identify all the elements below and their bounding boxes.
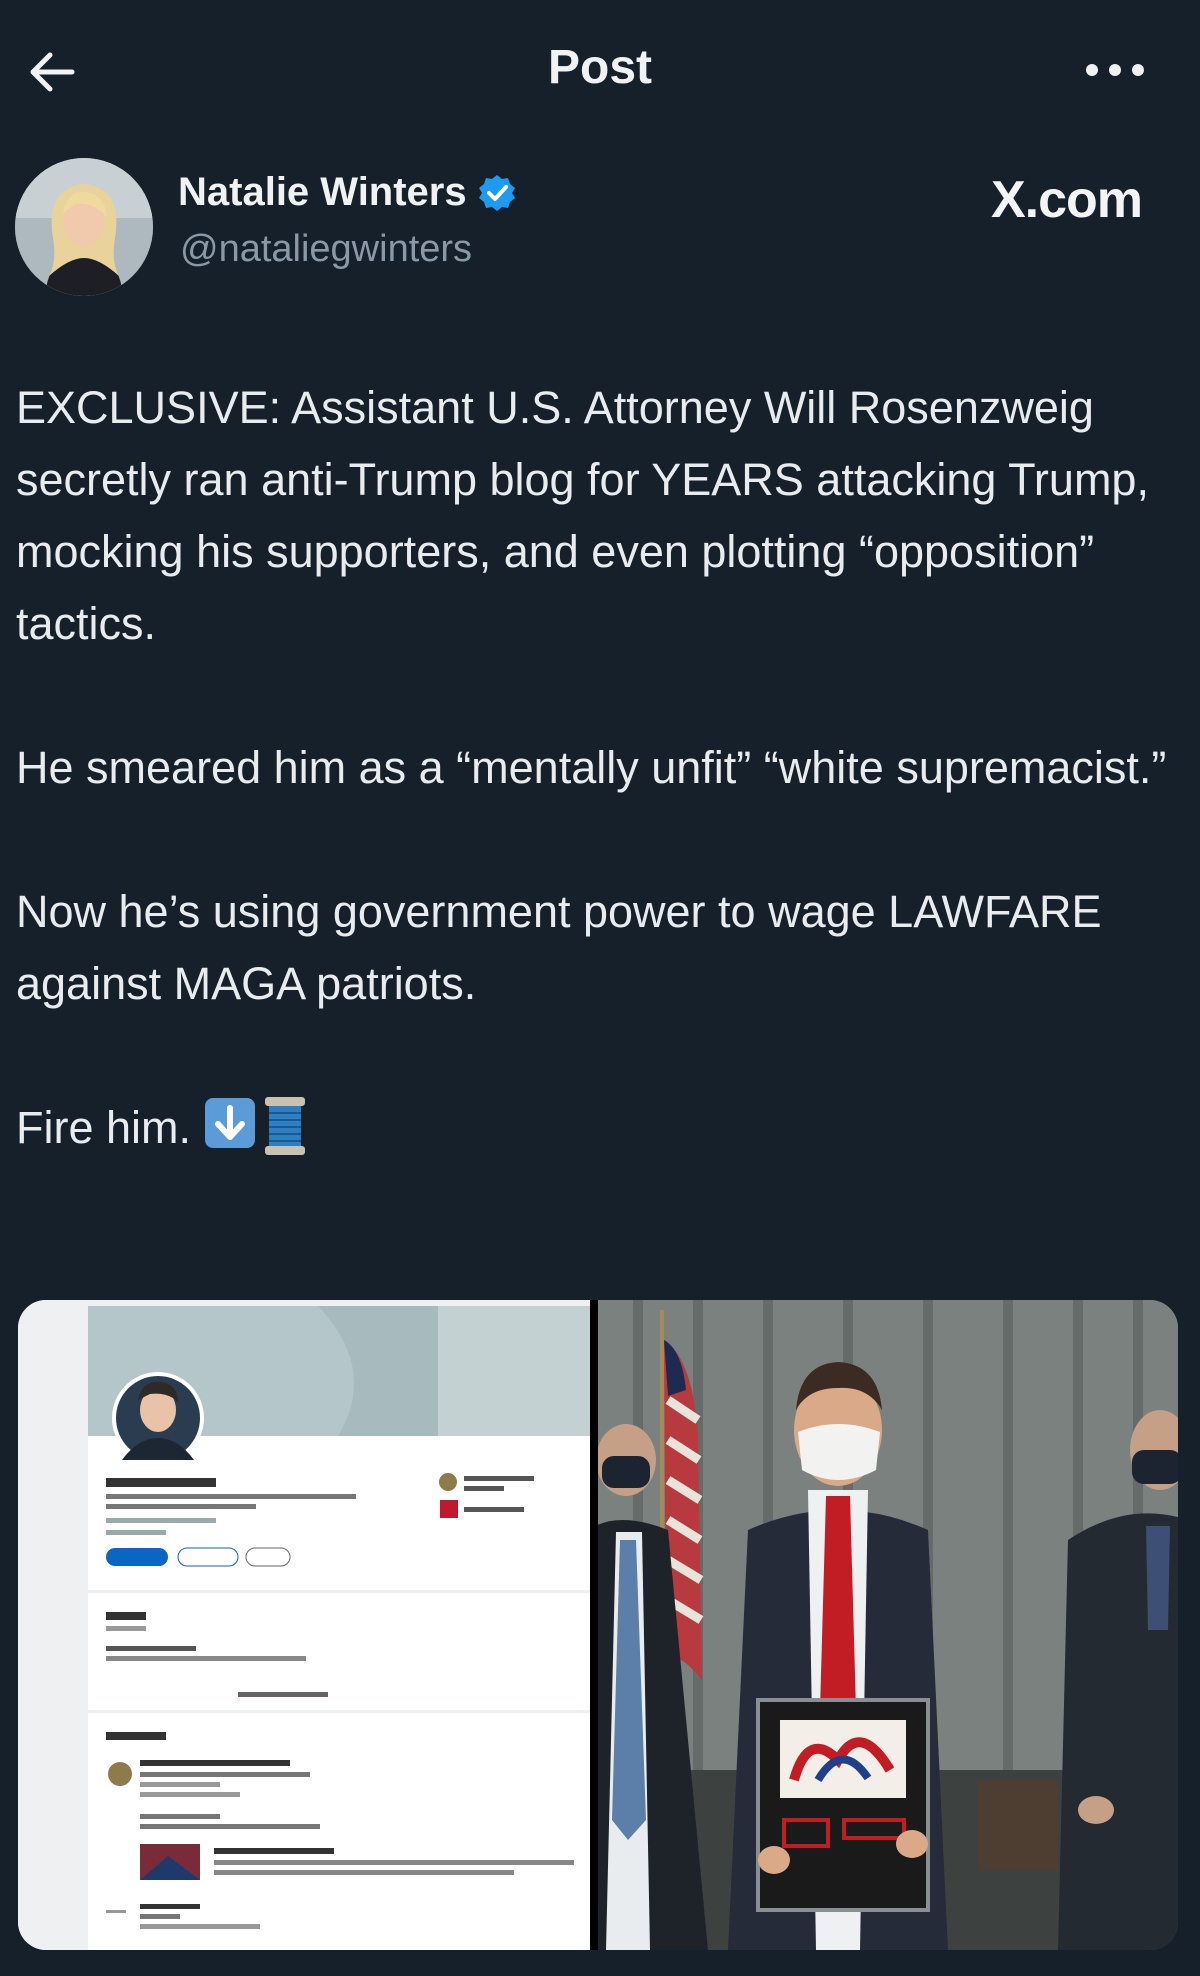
top-bar: Post — [0, 0, 1200, 140]
down-arrow-emoji — [205, 1098, 256, 1148]
avatar-image — [15, 158, 153, 296]
verified-badge-icon — [478, 174, 515, 211]
author-name-row[interactable]: Natalie Winters — [178, 170, 517, 215]
award-photo-image[interactable] — [598, 1300, 1178, 1950]
avatar[interactable] — [15, 158, 153, 296]
author-handle[interactable]: @nataliegwinters — [180, 228, 472, 271]
thread-spool-emoji — [265, 1097, 306, 1155]
more-button[interactable] — [1080, 55, 1150, 85]
x-watermark: X.com — [990, 171, 1143, 229]
post-paragraph: Now he’s using government power to wage … — [16, 886, 1102, 1009]
post-paragraph-fire: Fire him. — [16, 1102, 192, 1153]
author-name[interactable]: Natalie Winters — [178, 170, 467, 215]
post-paragraph: He smeared him as a “mentally unfit” “wh… — [16, 742, 1167, 793]
post-text: EXCLUSIVE: Assistant U.S. Attorney Will … — [16, 372, 1186, 1164]
media-grid[interactable] — [18, 1300, 1178, 1950]
linkedin-profile-image[interactable] — [18, 1300, 590, 1950]
post-paragraph: EXCLUSIVE: Assistant U.S. Attorney Will … — [16, 382, 1149, 649]
more-horizontal-icon — [1086, 64, 1144, 76]
post-paragraph-last: Fire him. — [16, 1092, 1186, 1164]
page-title: Post — [547, 41, 652, 94]
